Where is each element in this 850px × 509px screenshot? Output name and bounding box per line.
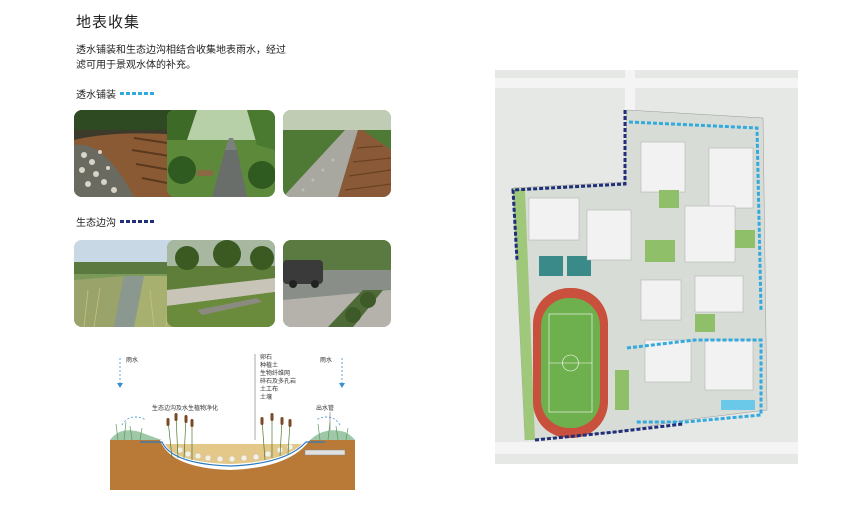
layer-label: 碎石及多孔岩 [260, 377, 296, 385]
outlet-pipe [304, 449, 346, 456]
legend-dash-dark-blue [120, 220, 154, 223]
site-plan [495, 70, 798, 464]
intro-line-2: 滤可用于景观水体的补充。 [76, 60, 196, 71]
basketball-court [539, 256, 563, 276]
layer-label: 生物纤维网 [260, 369, 290, 377]
road-north [625, 70, 635, 110]
rain-arrow-head-left [117, 383, 123, 388]
photo-gravel-path [283, 110, 391, 197]
photo-pebble-path [74, 110, 182, 197]
layer-label: 种植土 [260, 361, 278, 369]
page-title: 地表收集 [76, 13, 141, 31]
layer-labels: 卵石 种植土 生物纤维网 碎石及多孔岩 土工布 土壤 [260, 353, 296, 401]
label-rain-right: 雨水 [320, 356, 332, 364]
photo-ditch-plaza [167, 240, 275, 327]
photo-street-ditch [283, 240, 391, 327]
grass-left [110, 421, 162, 441]
section-label: 透水铺装 [76, 90, 116, 101]
road-top [495, 78, 798, 88]
label-rain-left: 雨水 [126, 356, 138, 364]
landscape-water [721, 400, 755, 410]
photo-swale-grass [74, 240, 182, 327]
layer-label: 土工布 [260, 385, 278, 393]
layer-label: 卵石 [260, 353, 272, 361]
layer-label: 土壤 [260, 393, 272, 401]
section-eco-ditch: 生态边沟 [76, 214, 154, 229]
eco-ditch-cross-section: 雨水 雨水 卵石 种植土 生物纤维网 碎石及多孔岩 土工布 土壤 生态边沟及水生… [110, 353, 355, 490]
rain-arrows [119, 358, 343, 384]
road-bottom [495, 442, 798, 454]
section-label: 生态边沟 [76, 218, 116, 229]
grass-right [310, 421, 355, 441]
rain-arrow-head-right [339, 383, 345, 388]
legend-dash-light-blue [120, 92, 154, 95]
section-permeable-paving: 透水铺装 [76, 86, 154, 101]
label-ditch: 生态边沟及水生植物净化 [152, 404, 218, 412]
intro-line-1: 透水铺装和生态边沟相结合收集地表雨水，经过 [76, 45, 286, 56]
photo-garden-path [167, 110, 275, 197]
label-outlet: 出水管 [316, 404, 334, 412]
intro-text: 透水铺装和生态边沟相结合收集地表雨水，经过 滤可用于景观水体的补充。 [76, 43, 316, 73]
runoff-arrow-right [315, 416, 341, 426]
